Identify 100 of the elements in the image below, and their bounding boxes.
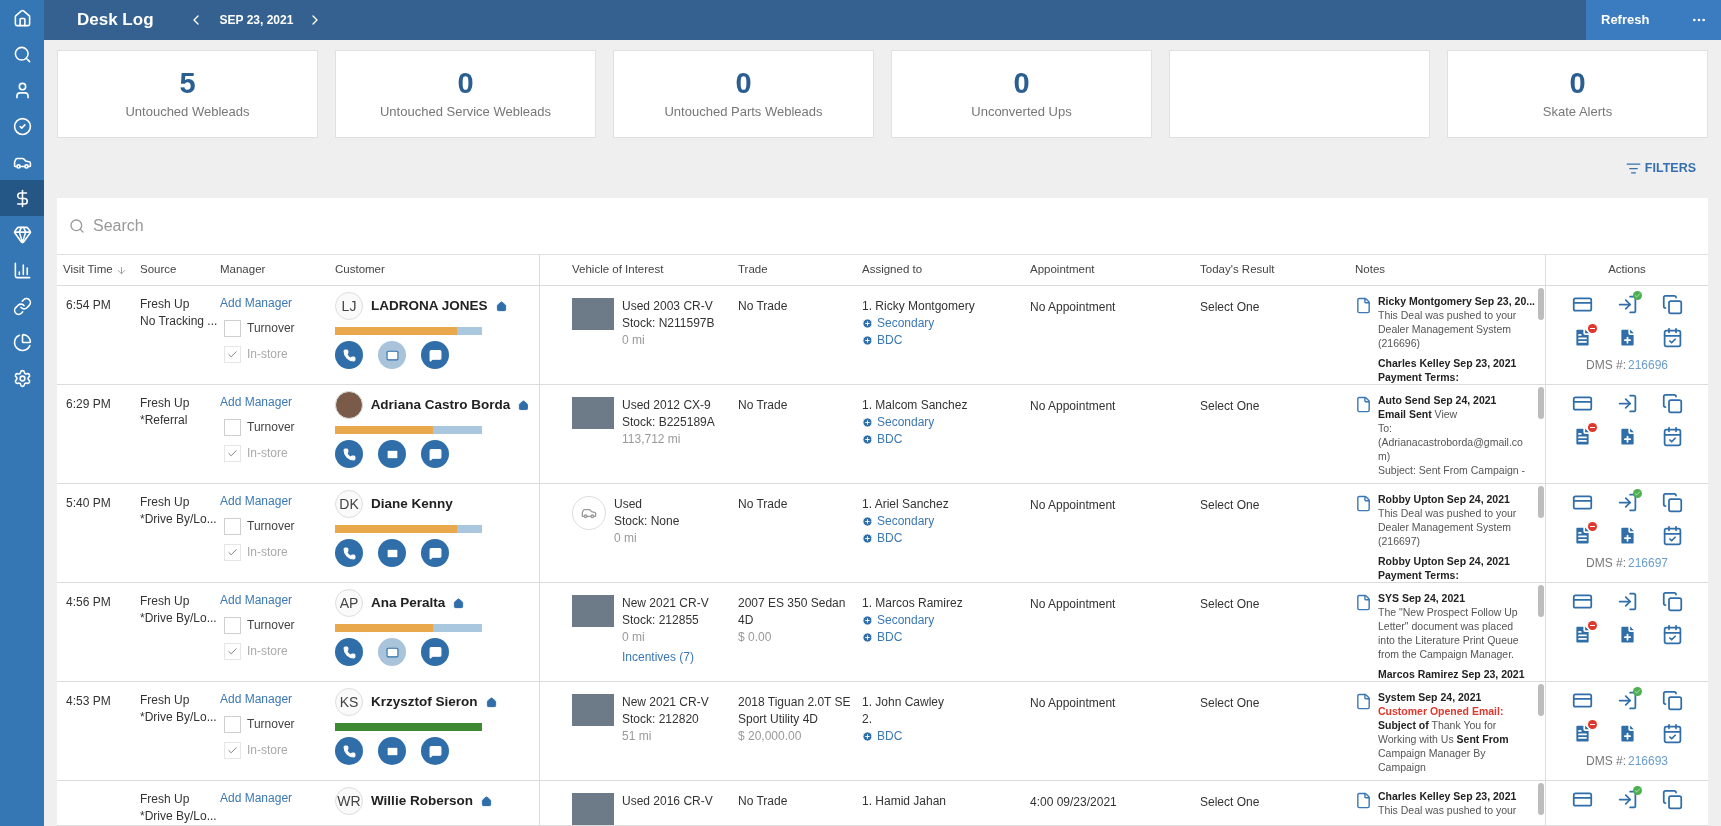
result-select[interactable]: Select One	[1200, 795, 1260, 809]
copy-icon[interactable]	[1661, 492, 1683, 513]
checkbox[interactable]	[224, 642, 241, 660]
calendar-icon[interactable]	[1661, 327, 1683, 348]
table-row[interactable]: Fresh Up *Drive By/Lo... Add Manager WR Willie Roberson Used 2016 CR-V No Trade 1. Hamid Jahan 4:00 09/23/2021 Select One Charles Kelley Sep 23, 2021 This Deal was pushed to your	[57, 781, 1708, 826]
phone-button[interactable]	[335, 341, 363, 369]
stat-card[interactable]: 0 Untouched Service Webleads	[335, 50, 596, 138]
checkbox[interactable]	[224, 715, 241, 733]
copy-icon[interactable]	[1661, 294, 1683, 315]
push-icon[interactable]	[1616, 591, 1638, 612]
incentives-link[interactable]: Incentives (7)	[622, 649, 709, 666]
copy-icon[interactable]	[1661, 591, 1683, 612]
checkbox[interactable]	[224, 517, 241, 535]
add-assignee-link[interactable]: BDC	[862, 728, 903, 745]
table-row[interactable]	[57, 286, 1708, 385]
add-manager-link[interactable]: Add Manager	[220, 294, 293, 312]
message-button[interactable]	[421, 341, 449, 369]
sidebar-item[interactable]	[0, 180, 44, 216]
checkbox[interactable]	[224, 741, 241, 759]
add-manager-link[interactable]: Add Manager	[220, 492, 293, 510]
result-select[interactable]: Select One	[1200, 597, 1260, 611]
table-row[interactable]	[57, 682, 1708, 781]
customer-name[interactable]: LADRONA JONES	[371, 295, 488, 317]
add-assignee-link[interactable]: BDC	[862, 629, 903, 646]
add-assignee-link[interactable]: Secondary	[862, 612, 935, 629]
message-button[interactable]	[421, 440, 449, 468]
push-icon[interactable]	[1616, 393, 1638, 414]
phone-button[interactable]	[335, 737, 363, 765]
email-button[interactable]	[378, 440, 406, 468]
calendar-icon[interactable]	[1661, 426, 1683, 447]
check-icon	[227, 546, 238, 558]
customer-name[interactable]: Adriana Castro Borda	[370, 394, 511, 416]
stat-card[interactable]: 0 Skate Alerts	[1447, 50, 1708, 138]
customer-name[interactable]: Ana Peralta	[371, 592, 446, 614]
column-header[interactable]: Assigned to	[862, 261, 923, 279]
add-assignee-link[interactable]: BDC	[862, 530, 903, 547]
refresh-button[interactable]: Refresh	[1601, 10, 1650, 30]
copy-icon[interactable]	[1661, 789, 1683, 810]
trade-price: $ 0.00	[738, 629, 773, 646]
phone-button[interactable]	[335, 440, 363, 468]
message-button[interactable]	[421, 539, 449, 567]
column-header[interactable]: Actions	[1608, 261, 1646, 279]
column-header[interactable]: Customer	[335, 261, 385, 279]
trade-text: No Trade	[738, 496, 789, 513]
email-button[interactable]	[378, 737, 406, 765]
column-header[interactable]: Source	[140, 261, 177, 279]
message-button[interactable]	[421, 638, 449, 666]
column-header[interactable]: Manager	[220, 261, 266, 279]
stat-card[interactable]: 5 Untouched Webleads	[57, 50, 318, 138]
add-assignee-link[interactable]: BDC	[862, 332, 903, 349]
source-text: Fresh Up	[140, 494, 191, 511]
add-manager-link[interactable]: Add Manager	[220, 591, 293, 609]
column-header[interactable]: Vehicle of Interest	[572, 261, 664, 279]
vehicle-text: Used	[614, 496, 643, 513]
column-header[interactable]: Trade	[738, 261, 768, 279]
column-header[interactable]: Notes	[1355, 261, 1386, 279]
copy-icon[interactable]	[1661, 393, 1683, 414]
column-header[interactable]: Today's Result	[1200, 261, 1275, 279]
result-select[interactable]: Select One	[1200, 498, 1260, 512]
result-select[interactable]: Select One	[1200, 696, 1260, 710]
add-manager-link[interactable]: Add Manager	[220, 393, 293, 411]
email-button[interactable]	[378, 638, 406, 666]
appointment-text: No Appointment	[1030, 497, 1117, 514]
checkbox[interactable]	[224, 418, 241, 436]
customer-name[interactable]: Diane Kenny	[371, 493, 453, 515]
checkbox[interactable]	[224, 345, 241, 363]
table-row[interactable]	[57, 583, 1708, 682]
calendar-icon[interactable]	[1661, 723, 1683, 744]
checkbox[interactable]	[224, 543, 241, 561]
search-field[interactable]: Search	[57, 198, 1708, 255]
email-button[interactable]	[378, 539, 406, 567]
calendar-icon[interactable]	[1661, 525, 1683, 546]
sort-arrow-icon[interactable]	[115, 264, 127, 276]
filters-button[interactable]: FILTERS	[1625, 158, 1696, 178]
message-button[interactable]	[421, 737, 449, 765]
customer-name[interactable]: Willie Roberson	[371, 790, 473, 812]
phone-button[interactable]	[335, 638, 363, 666]
table-row[interactable]	[57, 385, 1708, 484]
checkbox[interactable]	[224, 319, 241, 337]
result-select[interactable]: Select One	[1200, 300, 1260, 314]
email-button[interactable]	[378, 341, 406, 369]
customer-name[interactable]: Krzysztof Sieron	[371, 691, 478, 713]
table-row[interactable]	[57, 484, 1708, 583]
add-assignee-link[interactable]: Secondary	[862, 315, 935, 332]
result-select[interactable]: Select One	[1200, 399, 1260, 413]
add-manager-link[interactable]: Add Manager	[220, 690, 293, 708]
copy-icon[interactable]	[1661, 690, 1683, 711]
add-assignee-link[interactable]: BDC	[862, 431, 903, 448]
add-assignee-link[interactable]: Secondary	[862, 513, 935, 530]
phone-button[interactable]	[335, 539, 363, 567]
add-manager-link[interactable]: Add Manager	[220, 789, 293, 807]
column-header[interactable]: Appointment	[1030, 261, 1095, 279]
add-assignee-link[interactable]: Secondary	[862, 414, 935, 431]
checkbox[interactable]	[224, 444, 241, 462]
stat-card[interactable]: 0 Unconverted Ups	[891, 50, 1152, 138]
search-input[interactable]: Search	[93, 214, 1708, 238]
column-header[interactable]: Visit Time	[63, 261, 113, 279]
calendar-icon[interactable]	[1661, 624, 1683, 645]
stat-card[interactable]: 0 Untouched Parts Webleads	[613, 50, 874, 138]
checkbox[interactable]	[224, 616, 241, 634]
